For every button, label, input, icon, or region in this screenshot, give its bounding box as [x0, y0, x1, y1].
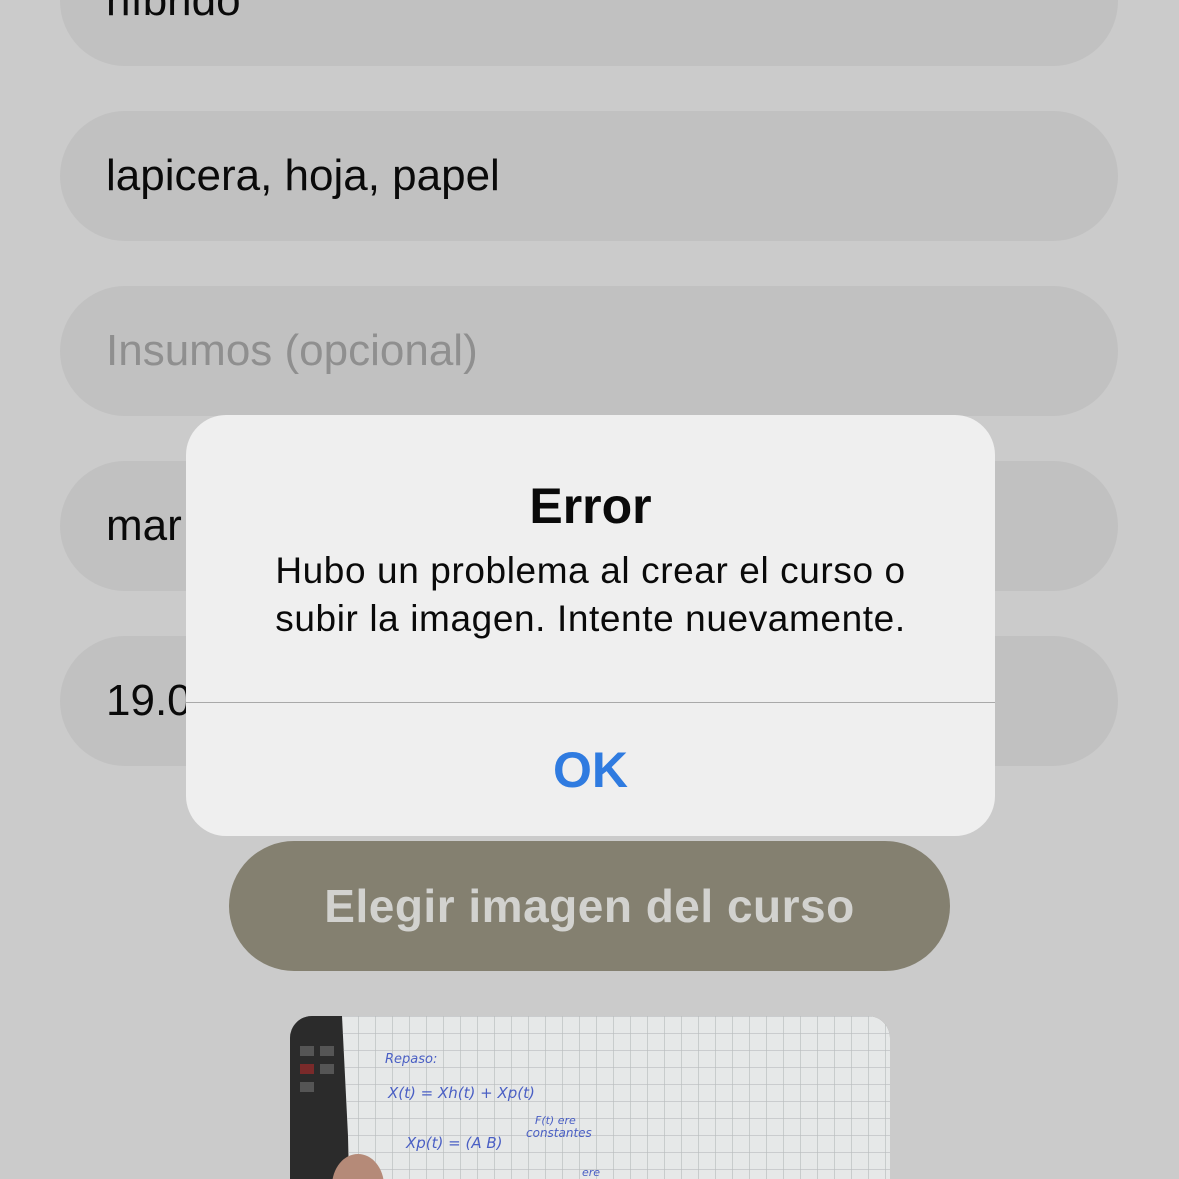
handwriting-line4: constantes: [526, 1126, 592, 1140]
supplies-placeholder: Insumos (opcional): [106, 326, 478, 375]
error-alert: Error Hubo un problema al crear el curso…: [186, 415, 995, 836]
notebook-photo: Repaso: X(t) = Xh(t) + Xp(t) F(t) ere co…: [290, 1016, 890, 1179]
handwriting-line2: X(t) = Xh(t) + Xp(t): [387, 1084, 535, 1102]
schedule-value: mar: [106, 501, 182, 550]
alert-ok-button[interactable]: OK: [186, 703, 995, 836]
mode-value: híbrido: [106, 0, 241, 25]
materials-field[interactable]: lapicera, hoja, papel: [60, 111, 1118, 241]
choose-image-label: Elegir imagen del curso: [324, 880, 855, 932]
alert-title: Error: [529, 478, 652, 534]
alert-message: Hubo un problema al crear el curso o sub…: [275, 550, 906, 639]
supplies-field[interactable]: Insumos (opcional): [60, 286, 1118, 416]
materials-value: lapicera, hoja, papel: [106, 151, 500, 200]
app-screen: híbrido lapicera, hoja, papel Insumos (o…: [0, 0, 1179, 1179]
handwriting-line6: ere: [582, 1166, 600, 1179]
calculator-shape: [290, 1016, 348, 1179]
handwriting-line5: Xp(t) = (A B): [405, 1134, 503, 1152]
alert-ok-label: OK: [553, 741, 628, 798]
choose-image-button[interactable]: Elegir imagen del curso: [229, 841, 950, 971]
price-value: 19.0: [106, 676, 192, 725]
mode-field[interactable]: híbrido: [60, 0, 1118, 66]
course-image-preview: Repaso: X(t) = Xh(t) + Xp(t) F(t) ere co…: [290, 1016, 890, 1179]
handwriting-line1: Repaso:: [385, 1052, 437, 1067]
